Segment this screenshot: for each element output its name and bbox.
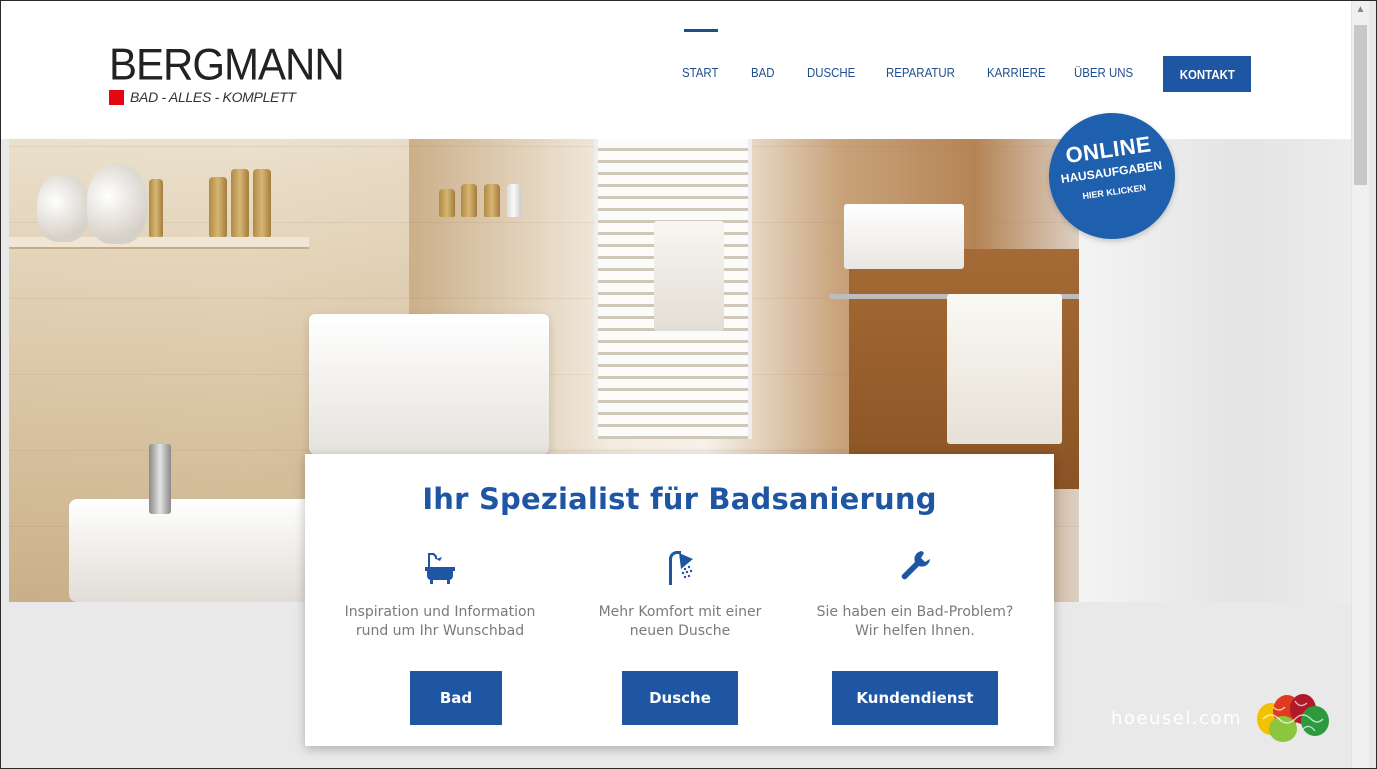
card-title: Ihr Spezialist für Badsanierung [422,482,937,516]
hero-bottle [484,184,500,217]
main-navigation: START BAD DUSCHE REPARATUR KARRIERE ÜBER… [1,56,1351,92]
hero-vase [87,164,147,244]
hero-bathtub [309,314,549,454]
service-text-line: Inspiration und Information [344,604,536,620]
wrench-icon [901,551,930,580]
hero-bottle [253,169,271,237]
bathtub-icon [425,553,455,584]
hero-bottle [507,184,521,217]
hero-faucet [149,444,171,514]
hero-sink [844,204,964,269]
service-column-dusche: Mehr Komfort mit einer neuen Dusche [565,549,795,641]
service-text-bad: Inspiration und Information rund um Ihr … [325,603,555,641]
scrollbar-thumb[interactable] [1354,25,1367,185]
nav-item-reparatur[interactable]: REPARATUR [886,65,955,80]
service-text-line: Sie haben ein Bad-Problem? [816,604,1014,620]
nav-item-start[interactable]: START [682,65,718,80]
vertical-scrollbar[interactable]: ▲ [1351,1,1369,768]
browser-viewport: BERGMANN BAD - ALLES - KOMPLETT START BA… [0,0,1377,769]
service-text-line: Mehr Komfort mit einer [598,604,762,620]
service-text-line: neuen Dusche [629,623,731,639]
site-header: BERGMANN BAD - ALLES - KOMPLETT START BA… [1,1,1351,139]
dusche-button[interactable]: Dusche [622,671,738,725]
service-column-kundendienst: Sie haben ein Bad-Problem? Wir helfen Ih… [800,549,1030,641]
hero-vase [37,174,89,242]
kontakt-label: KONTAKT [1179,66,1235,82]
service-text-dusche: Mehr Komfort mit einer neuen Dusche [565,603,795,641]
service-text-line: rund um Ihr Wunschbad [355,623,525,639]
hero-bottle [461,184,477,217]
hero-towel [654,221,724,331]
brain-logo-icon [1257,694,1329,742]
services-card: Ihr Spezialist für Badsanierung Inspirat… [305,454,1054,746]
nav-item-karriere[interactable]: KARRIERE [987,65,1045,80]
watermark-text: hoeusel.com [1111,708,1243,729]
nav-item-dusche[interactable]: DUSCHE [807,65,855,80]
shower-icon [669,551,693,585]
hero-bottle [439,189,455,217]
kontakt-button[interactable]: KONTAKT [1163,56,1251,92]
nav-item-bad[interactable]: BAD [751,65,775,80]
nav-active-indicator [684,29,718,32]
hero-towel [947,294,1062,444]
scroll-up-arrow-icon[interactable]: ▲ [1352,1,1369,19]
service-text-line: Wir helfen Ihnen. [855,623,975,639]
service-column-bad: Inspiration und Information rund um Ihr … [325,549,555,641]
hero-bottle [209,177,227,237]
hero-basin [69,499,329,602]
service-text-kundendienst: Sie haben ein Bad-Problem? Wir helfen Ih… [800,603,1030,641]
hero-bottle [231,169,249,237]
bad-button[interactable]: Bad [410,671,502,725]
hero-bottle [149,179,163,237]
kundendienst-button[interactable]: Kundendienst [832,671,998,725]
nav-item-ueber-uns[interactable]: ÜBER UNS [1074,65,1133,80]
